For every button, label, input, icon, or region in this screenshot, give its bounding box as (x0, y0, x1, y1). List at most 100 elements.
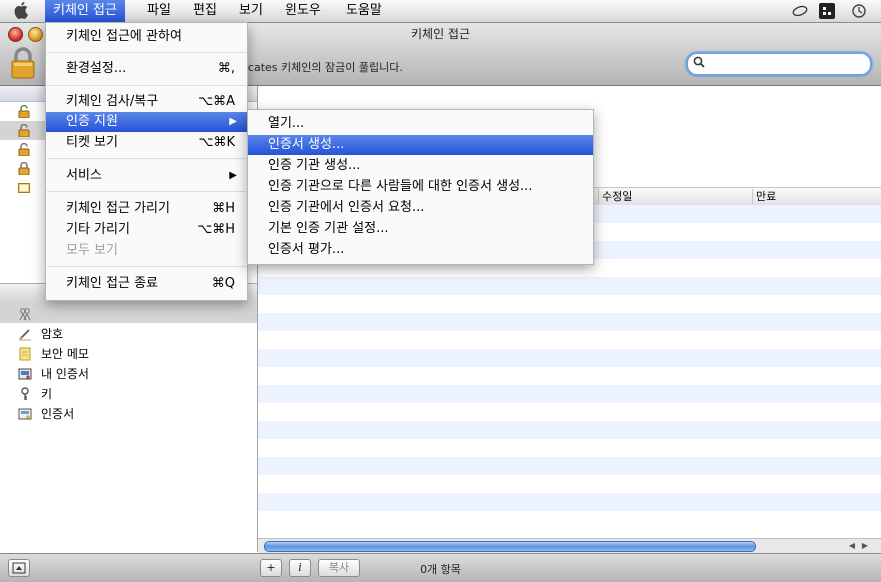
menu-item[interactable]: 키체인 접근에 관하여 (46, 27, 247, 47)
password-icon (18, 327, 32, 341)
submenu-item-label: 기본 인증 기관 설정... (268, 221, 389, 236)
menu-help[interactable]: 도움말 (338, 0, 390, 22)
key-icon (18, 387, 32, 401)
menu-separator (47, 52, 246, 53)
submenu-arrow-icon: ▶ (229, 116, 237, 127)
scroll-right-arrow-icon[interactable]: ▶ (859, 539, 871, 553)
submenu-item[interactable]: 인증서 평가... (248, 240, 593, 260)
submenu-item[interactable]: 기본 인증 기관 설정... (248, 219, 593, 239)
column-modified-date[interactable]: 수정일 (598, 189, 632, 204)
table-row-stripe (258, 385, 881, 403)
scroll-thumb[interactable] (264, 541, 756, 552)
menu-item[interactable]: 인증 지원 ▶ (46, 112, 247, 132)
submenu-item[interactable]: 인증 기관으로 다른 사람들에 대한 인증서 생성... (248, 177, 593, 197)
search-field[interactable] (686, 52, 872, 76)
submenu-arrow-icon: ▶ (229, 170, 237, 181)
menu-keychain-access[interactable]: 키체인 접근 (45, 0, 125, 22)
menu-view[interactable]: 보기 (231, 0, 271, 22)
menu-separator (47, 191, 246, 192)
menu-item[interactable]: 키체인 접근 종료 ⌘Q (46, 274, 247, 294)
submenu-item-label: 인증 기관으로 다른 사람들에 대한 인증서 생성... (268, 179, 533, 194)
menu-item-label: 티켓 보기 (66, 135, 118, 150)
eye-icon[interactable] (792, 3, 808, 19)
category-row[interactable]: 보안 메모 (0, 344, 257, 364)
lock-open-icon (18, 123, 30, 138)
category-label: 인증서 (41, 407, 75, 421)
submenu-item[interactable]: 열기... (248, 114, 593, 134)
menu-shortcut: ⌘Q (211, 276, 235, 291)
menu-item-label: 서비스 (66, 168, 102, 183)
search-input[interactable] (708, 55, 862, 73)
table-row-stripe (258, 277, 881, 295)
category-row[interactable]: 내 인증서 (0, 364, 257, 384)
script-menu-icon[interactable] (819, 3, 835, 19)
submenu-item-label: 인증 기관 생성... (268, 158, 361, 173)
menu-item[interactable]: 서비스 ▶ (46, 166, 247, 186)
menu-shortcut: ⌥⌘K (198, 135, 235, 150)
menu-item: 모두 보기 (46, 241, 247, 261)
menu-item[interactable]: 기타 가리기 ⌥⌘H (46, 220, 247, 240)
menu-item-label: 인증 지원 (66, 114, 118, 129)
lock-open-icon (18, 142, 30, 157)
menu-shortcut: ⌘, (217, 61, 235, 76)
menu-item[interactable]: 환경설정... ⌘, (46, 59, 247, 79)
certificate-assistant-submenu: 열기... 인증서 생성... 인증 기관 생성... 인증 기관으로 다른 사람들에… (247, 109, 594, 265)
category-row[interactable]: 암호 (0, 324, 257, 344)
submenu-item-label: 인증서 생성... (268, 137, 345, 152)
scroll-left-arrow-icon[interactable]: ◀ (846, 539, 858, 553)
category-row[interactable]: 인증서 (0, 404, 257, 424)
menu-separator (47, 266, 246, 267)
menu-item[interactable]: 키체인 검사/복구 ⌥⌘A (46, 92, 247, 112)
category-label: 암호 (41, 327, 64, 341)
menu-shortcut: ⌘H (212, 201, 235, 216)
menu-item-label: 모두 보기 (66, 243, 118, 258)
menu-item-label: 환경설정... (66, 61, 127, 76)
certificate-icon (18, 407, 32, 421)
category-label: 키 (41, 387, 53, 401)
menu-item[interactable]: 키체인 접근 가리기 ⌘H (46, 199, 247, 219)
submenu-item-label: 열기... (268, 116, 305, 131)
table-row-stripe (258, 493, 881, 511)
category-row[interactable] (0, 304, 257, 324)
menu-item-label: 키체인 검사/복구 (66, 94, 159, 109)
menu-item-label: 키체인 접근에 관하여 (66, 29, 182, 44)
menu-separator (47, 158, 246, 159)
menu-edit[interactable]: 편집 (185, 0, 225, 22)
menu-item-label: 키체인 접근 가리기 (66, 201, 170, 216)
table-row-stripe (258, 349, 881, 367)
lock-open-icon (18, 104, 30, 119)
submenu-item-label: 인증 기관에서 인증서 요청... (268, 200, 425, 215)
unlock-message: ficates 키체인의 잠금이 풀립니다. (241, 61, 403, 74)
horizontal-scrollbar[interactable]: ◀ ▶ (258, 538, 881, 553)
secure-note-icon (18, 347, 32, 361)
submenu-item[interactable]: 인증 기관 생성... (248, 156, 593, 176)
folder-icon (18, 181, 30, 194)
menu-item-label: 키체인 접근 종료 (66, 276, 158, 291)
submenu-item[interactable]: 인증서 생성... (248, 135, 593, 155)
lock-closed-icon (18, 161, 30, 176)
menu-item[interactable]: 티켓 보기 ⌥⌘K (46, 133, 247, 153)
category-row[interactable]: 키 (0, 384, 257, 404)
my-certificate-icon (18, 367, 32, 381)
menu-shortcut: ⌥⌘H (197, 222, 235, 237)
submenu-item[interactable]: 인증 기관에서 인증서 요청... (248, 198, 593, 218)
menu-file[interactable]: 파일 (139, 0, 179, 22)
bottom-bar: + i 복사 0개 항목 (0, 553, 881, 582)
menu-item-label: 기타 가리기 (66, 222, 130, 237)
category-label: 보안 메모 (41, 347, 89, 361)
lock-icon[interactable] (10, 47, 36, 79)
search-icon (693, 56, 705, 71)
table-row-stripe (258, 313, 881, 331)
menu-shortcut: ⌥⌘A (198, 94, 235, 109)
menu-separator (47, 85, 246, 86)
item-count: 0개 항목 (420, 563, 461, 576)
table-row-stripe (258, 421, 881, 439)
time-machine-icon[interactable] (851, 3, 867, 19)
all-items-icon (18, 307, 32, 321)
category-label: 내 인증서 (41, 367, 89, 381)
table-row-stripe (258, 457, 881, 475)
column-expires[interactable]: 만료 (752, 189, 776, 204)
keychain-access-menu: 키체인 접근에 관하여환경설정... ⌘, 키체인 검사/복구 ⌥⌘A 인증 지원 ▶ 티켓… (45, 22, 248, 301)
apple-menu-icon[interactable] (14, 1, 30, 24)
menu-window[interactable]: 윈도우 (277, 0, 329, 22)
